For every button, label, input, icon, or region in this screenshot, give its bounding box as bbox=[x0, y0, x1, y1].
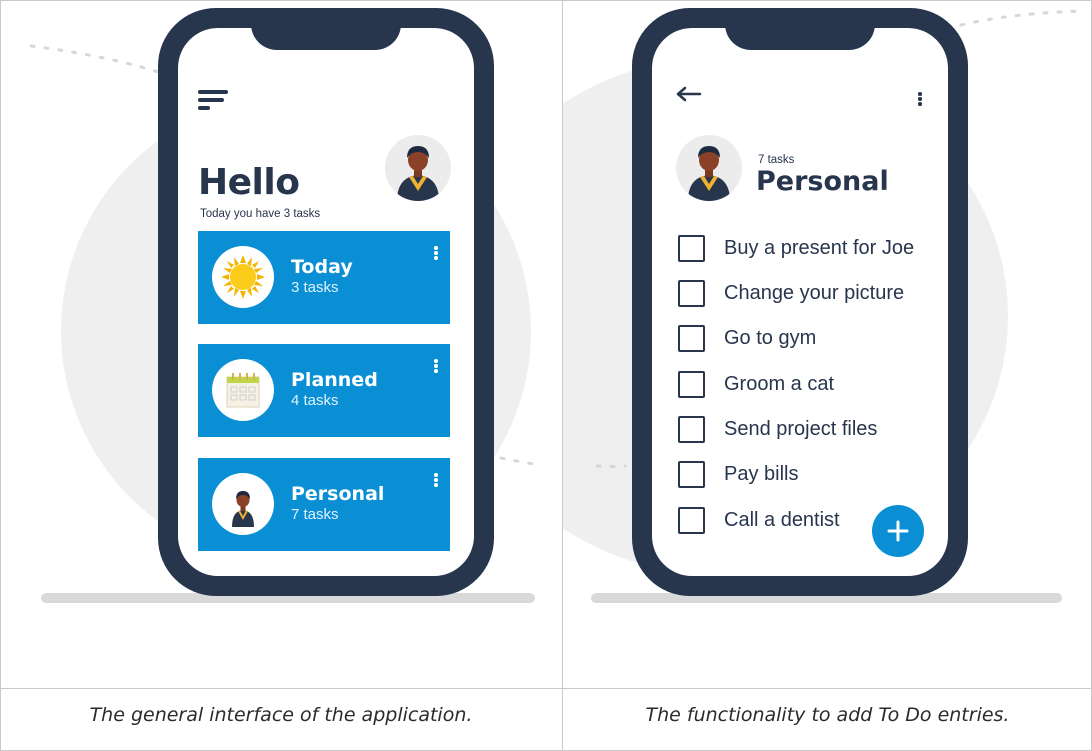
phone-notch bbox=[251, 8, 401, 50]
back-arrow-icon[interactable] bbox=[676, 86, 702, 102]
general-interface-panel: Hello Today you have 3 tasks Today 3 tas… bbox=[1, 1, 562, 687]
card-task-count: 4 tasks bbox=[291, 392, 339, 409]
phone-notch bbox=[725, 8, 875, 50]
task-item[interactable]: Send project files bbox=[678, 414, 877, 444]
task-checkbox[interactable] bbox=[678, 370, 705, 398]
task-label: Send project files bbox=[724, 417, 878, 440]
add-todo-panel: 7 tasks Personal Buy a present for Joe C… bbox=[563, 1, 1091, 687]
left-caption: The general interface of the application… bbox=[89, 704, 473, 726]
more-options-icon[interactable] bbox=[434, 359, 438, 373]
personal-card[interactable]: Personal 7 tasks bbox=[198, 458, 450, 551]
row-divider bbox=[0, 688, 1092, 689]
right-caption: The functionality to add To Do entries. bbox=[645, 704, 1010, 726]
planned-card[interactable]: Planned 4 tasks bbox=[198, 344, 450, 437]
task-label: Call a dentist bbox=[724, 508, 840, 531]
task-label: Pay bills bbox=[724, 462, 799, 485]
more-options-icon[interactable] bbox=[434, 246, 438, 260]
task-item[interactable]: Change your picture bbox=[678, 278, 904, 308]
task-checkbox[interactable] bbox=[678, 324, 705, 352]
card-title: Personal bbox=[291, 483, 385, 505]
person-avatar-icon bbox=[397, 146, 439, 201]
plus-icon bbox=[887, 520, 909, 542]
sun-icon bbox=[212, 246, 274, 308]
task-label: Groom a cat bbox=[724, 372, 835, 395]
task-checkbox[interactable] bbox=[678, 506, 705, 534]
task-checkbox[interactable] bbox=[678, 279, 705, 307]
card-task-count: 3 tasks bbox=[291, 279, 339, 296]
task-checkbox[interactable] bbox=[678, 415, 705, 443]
phone-general-interface: Hello Today you have 3 tasks Today 3 tas… bbox=[158, 8, 494, 596]
phone-screen: Hello Today you have 3 tasks Today 3 tas… bbox=[178, 28, 474, 576]
add-task-button[interactable] bbox=[872, 505, 924, 557]
task-checkbox[interactable] bbox=[678, 234, 705, 262]
task-checkbox[interactable] bbox=[678, 460, 705, 488]
task-item[interactable]: Groom a cat bbox=[678, 369, 834, 399]
card-title: Planned bbox=[291, 369, 378, 391]
more-options-icon[interactable] bbox=[434, 473, 438, 487]
phone-todo-list: 7 tasks Personal Buy a present for Joe C… bbox=[632, 8, 968, 596]
list-task-count: 7 tasks bbox=[758, 154, 795, 166]
more-options-icon[interactable] bbox=[918, 92, 922, 108]
card-title: Today bbox=[291, 256, 353, 278]
menu-icon[interactable] bbox=[198, 90, 228, 112]
task-item[interactable]: Buy a present for Joe bbox=[678, 233, 914, 263]
task-item[interactable]: Call a dentist bbox=[678, 505, 840, 535]
person-avatar-icon bbox=[212, 473, 274, 535]
today-card[interactable]: Today 3 tasks bbox=[198, 231, 450, 324]
task-summary: Today you have 3 tasks bbox=[200, 208, 321, 220]
card-task-count: 7 tasks bbox=[291, 506, 339, 523]
greeting-heading: Hello bbox=[198, 162, 300, 203]
task-item[interactable]: Go to gym bbox=[678, 323, 816, 353]
task-label: Buy a present for Joe bbox=[724, 236, 915, 259]
task-label: Change your picture bbox=[724, 281, 905, 304]
person-avatar-icon bbox=[688, 146, 730, 201]
task-item[interactable]: Pay bills bbox=[678, 459, 798, 489]
user-avatar[interactable] bbox=[385, 135, 451, 201]
task-label: Go to gym bbox=[724, 326, 817, 349]
list-title: Personal bbox=[756, 166, 889, 197]
phone-screen: 7 tasks Personal Buy a present for Joe C… bbox=[652, 28, 948, 576]
calendar-icon bbox=[212, 359, 274, 421]
list-avatar bbox=[676, 135, 742, 201]
